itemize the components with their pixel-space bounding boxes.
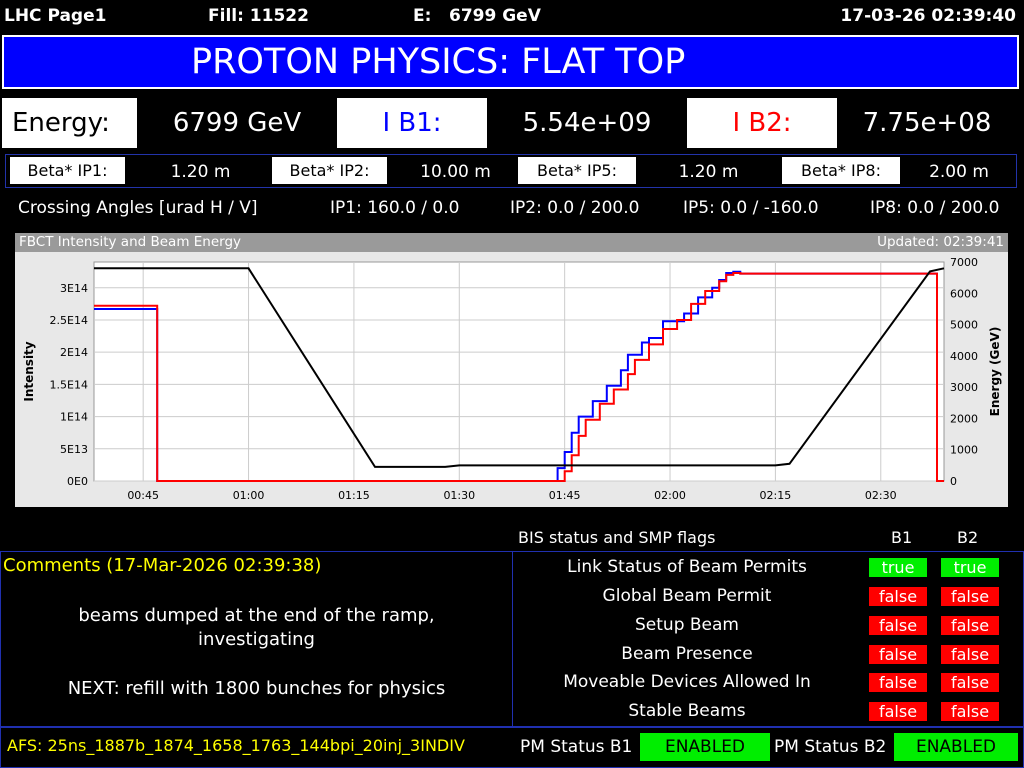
pm-b1-label: PM Status B1 [520, 737, 633, 757]
x-tick-label: 02:15 [760, 489, 792, 502]
pm-b2-label: PM Status B2 [774, 737, 887, 757]
smp-flag-b1: false [869, 702, 927, 721]
smp-flag-b1: false [869, 645, 927, 664]
y2-tick-label: 1000 [950, 444, 978, 457]
x-tick-label: 00:45 [127, 489, 159, 502]
comments-title: Comments (17-Mar-2026 02:39:38) [3, 555, 322, 576]
energy-value: 6799 GeV [137, 98, 337, 148]
y-tick-label: 5E13 [60, 443, 88, 456]
smp-flag-b2: false [941, 673, 999, 692]
page-name: LHC Page1 [4, 6, 107, 26]
y2-tick-label: 0 [950, 475, 957, 488]
beta-ip1-label: Beta* IP1: [10, 157, 125, 184]
beta-ip1-value: 1.20 m [170, 161, 231, 182]
x-tick-label: 01:00 [233, 489, 265, 502]
comment-line-1: beams dumped at the end of the ramp, [78, 605, 435, 626]
crossing-ip8: IP8: 0.0 / 200.0 [870, 198, 1000, 218]
fill-number: Fill: 11522 [208, 6, 309, 26]
crossing-angles-label: Crossing Angles [urad H / V] [18, 198, 258, 218]
smp-row-label: Stable Beams [628, 701, 746, 721]
smp-row-label: Moveable Devices Allowed In [563, 672, 811, 692]
smp-flag-b2: false [941, 645, 999, 664]
crossing-ip5: IP5: 0.0 / -160.0 [683, 198, 819, 218]
smp-flag-b1: false [869, 587, 927, 606]
x-tick-label: 02:00 [654, 489, 686, 502]
smp-row-label: Global Beam Permit [602, 586, 772, 606]
y2-tick-label: 4000 [950, 350, 978, 363]
crossing-ip2: IP2: 0.0 / 200.0 [510, 198, 640, 218]
smp-flag-b2: false [941, 616, 999, 635]
ib1-label: I B1: [337, 98, 487, 148]
pm-b1-status: ENABLED [640, 733, 770, 761]
y2-tick-label: 7000 [950, 256, 978, 269]
plot-area [93, 261, 945, 482]
beta-ip5-label: Beta* IP5: [518, 157, 636, 184]
ib2-label: I B2: [687, 98, 837, 148]
energy-row: Energy: 6799 GeV I B1: 5.54e+09 I B2: 7.… [0, 98, 1024, 150]
smp-title: BIS status and SMP flags [518, 528, 716, 547]
crossing-ip1: IP1: 160.0 / 0.0 [330, 198, 460, 218]
mode-title: PROTON PHYSICS: FLAT TOP [191, 42, 686, 82]
y2-tick-label: 5000 [950, 319, 978, 332]
header-datetime: 17-03-26 02:39:40 [840, 6, 1016, 26]
energy-label: Energy: [2, 98, 137, 148]
ib1-value: 5.54e+09 [487, 98, 687, 148]
beta-ip5-value: 1.20 m [678, 161, 739, 182]
y2-axis-label: Energy (GeV) [988, 327, 1002, 417]
smp-flag-b2: false [941, 702, 999, 721]
chart-header: FBCT Intensity and Beam Energy Updated: … [15, 233, 1008, 252]
smp-b2-header: B2 [957, 528, 979, 547]
x-tick-label: 01:30 [443, 489, 475, 502]
pm-b2-status: ENABLED [894, 733, 1018, 761]
x-tick-label: 01:45 [549, 489, 581, 502]
smp-row-label: Beam Presence [621, 644, 753, 664]
y-tick-label: 2.5E14 [50, 314, 88, 327]
smp-flag-b1: true [869, 558, 927, 577]
chart-title: FBCT Intensity and Beam Energy [19, 234, 242, 250]
mode-title-banner: PROTON PHYSICS: FLAT TOP [2, 35, 1019, 89]
y-tick-label: 2E14 [60, 346, 88, 359]
x-tick-label: 01:15 [338, 489, 370, 502]
y-axis-label: Intensity [22, 341, 36, 401]
y2-tick-label: 2000 [950, 412, 978, 425]
y-tick-label: 1.5E14 [50, 378, 88, 391]
y-tick-label: 0E0 [67, 475, 88, 488]
smp-flag-b1: false [869, 616, 927, 635]
chart-updated: Updated: 02:39:41 [877, 234, 1004, 250]
afs-status: AFS: 25ns_1887b_1874_1658_1763_144bpi_20… [7, 736, 465, 755]
y2-tick-label: 6000 [950, 287, 978, 300]
smp-b1-header: B1 [891, 528, 913, 547]
y2-tick-label: 3000 [950, 381, 978, 394]
smp-row-label: Link Status of Beam Permits [567, 557, 807, 577]
smp-flag-b2: false [941, 587, 999, 606]
smp-flag-b1: false [869, 673, 927, 692]
comment-line-2: investigating [198, 629, 315, 650]
header-energy-label: E: [413, 6, 432, 26]
beta-ip8-label: Beta* IP8: [782, 157, 900, 184]
x-tick-label: 02:30 [865, 489, 897, 502]
smp-flag-b2: true [941, 558, 999, 577]
beta-ip2-value: 10.00 m [420, 161, 491, 182]
header-energy-value: 6799 GeV [449, 6, 541, 26]
fbct-chart: 00:45 01:00 01:15 01:30 01:45 02:00 02:15 02:30… [22, 256, 1002, 502]
beta-ip2-label: Beta* IP2: [272, 157, 387, 184]
ib2-value: 7.75e+08 [837, 98, 1017, 148]
y-tick-label: 3E14 [60, 282, 88, 295]
smp-row-label: Setup Beam [635, 615, 739, 635]
comment-line-3: NEXT: refill with 1800 bunches for physi… [67, 678, 446, 699]
beta-ip8-value: 2.00 m [929, 161, 989, 182]
y-tick-label: 1E14 [60, 411, 88, 424]
